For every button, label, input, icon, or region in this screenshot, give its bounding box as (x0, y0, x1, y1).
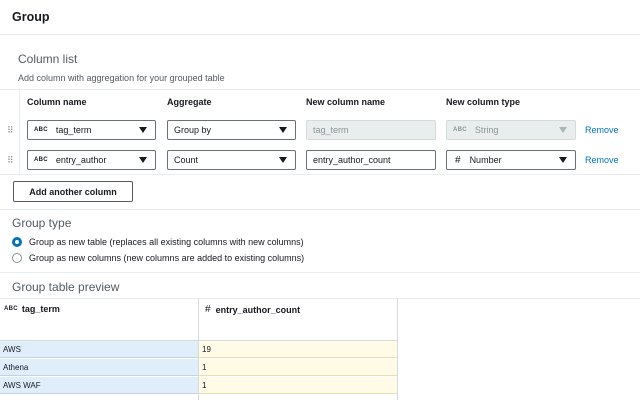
number-type-icon: # (205, 304, 211, 315)
string-type-icon: ABC (34, 157, 48, 163)
column-list-title: Column list (18, 52, 78, 66)
section-divider (0, 272, 640, 273)
aggregate-select[interactable]: Group by (167, 120, 296, 140)
table-cell: 19 (199, 341, 397, 358)
caret-down-icon (139, 127, 147, 133)
new-column-type-select[interactable]: # Number (446, 150, 576, 170)
section-divider (0, 209, 640, 210)
string-type-icon: ABC (34, 127, 48, 133)
preview-title: Group table preview (12, 280, 120, 294)
header-new-column-type: New column type (446, 97, 521, 107)
panel-header: Group (0, 0, 640, 35)
table-cell: AWS (0, 341, 198, 358)
new-column-name-input[interactable]: entry_author_count (306, 150, 436, 170)
header-new-column-name: New column name (306, 97, 386, 107)
radio-group-as-new-columns[interactable]: Group as new columns (new columns are ad… (12, 253, 304, 263)
select-value: entry_author (55, 155, 107, 165)
caret-down-icon (139, 157, 147, 163)
preview-header-tag-term: ABC tag_term (4, 304, 60, 314)
column-header-label: entry_author_count (215, 304, 301, 315)
caret-down-icon (559, 157, 567, 163)
table-cell: 1 (199, 377, 397, 394)
aggregate-select[interactable]: Count (167, 150, 296, 170)
caret-down-icon (279, 157, 287, 163)
radio-unselected-icon[interactable] (12, 253, 22, 263)
preview-header-entry-author-count: # entry_author_count (205, 304, 300, 315)
header-aggregate: Aggregate (167, 97, 212, 107)
drag-handle-icon[interactable]: ⠿ (7, 155, 14, 166)
add-another-column-button[interactable]: Add another column (13, 181, 133, 202)
new-column-type-select[interactable]: ABC String (446, 120, 576, 140)
radio-group-as-new-table[interactable]: Group as new table (replaces all existin… (12, 237, 304, 247)
table-cell: 1 (199, 359, 397, 376)
group-type-title: Group type (12, 216, 72, 230)
drag-handle-icon[interactable]: ⠿ (7, 125, 14, 136)
column-header-label: tag_term (21, 304, 60, 314)
column-name-select[interactable]: ABC tag_term (27, 120, 156, 140)
column-name-select[interactable]: ABC entry_author (27, 150, 156, 170)
radio-label: Group as new columns (new columns are ad… (29, 253, 305, 263)
select-value: tag_term (55, 125, 92, 135)
select-value: Group by (174, 125, 212, 135)
column-list-description: Add column with aggregation for your gro… (18, 73, 225, 83)
caret-down-icon (279, 127, 287, 133)
table-cell: AWS WAF (0, 377, 198, 394)
table-cell: Athena (0, 359, 198, 376)
caret-down-icon (559, 127, 567, 133)
select-value: String (474, 125, 499, 135)
radio-selected-icon[interactable] (12, 237, 22, 247)
select-value: Count (174, 155, 199, 165)
panel-title: Group (12, 10, 50, 24)
column-divider (397, 298, 398, 400)
header-column-name: Column name (27, 97, 87, 107)
string-type-icon: ABC (453, 127, 467, 133)
string-type-icon: ABC (4, 306, 18, 312)
select-value: Number (469, 155, 502, 165)
new-column-name-input[interactable]: tag_term (306, 120, 436, 140)
remove-link[interactable]: Remove (585, 125, 619, 135)
number-type-icon: # (455, 154, 461, 166)
radio-label: Group as new table (replaces all existin… (29, 237, 304, 247)
remove-link[interactable]: Remove (585, 155, 619, 165)
